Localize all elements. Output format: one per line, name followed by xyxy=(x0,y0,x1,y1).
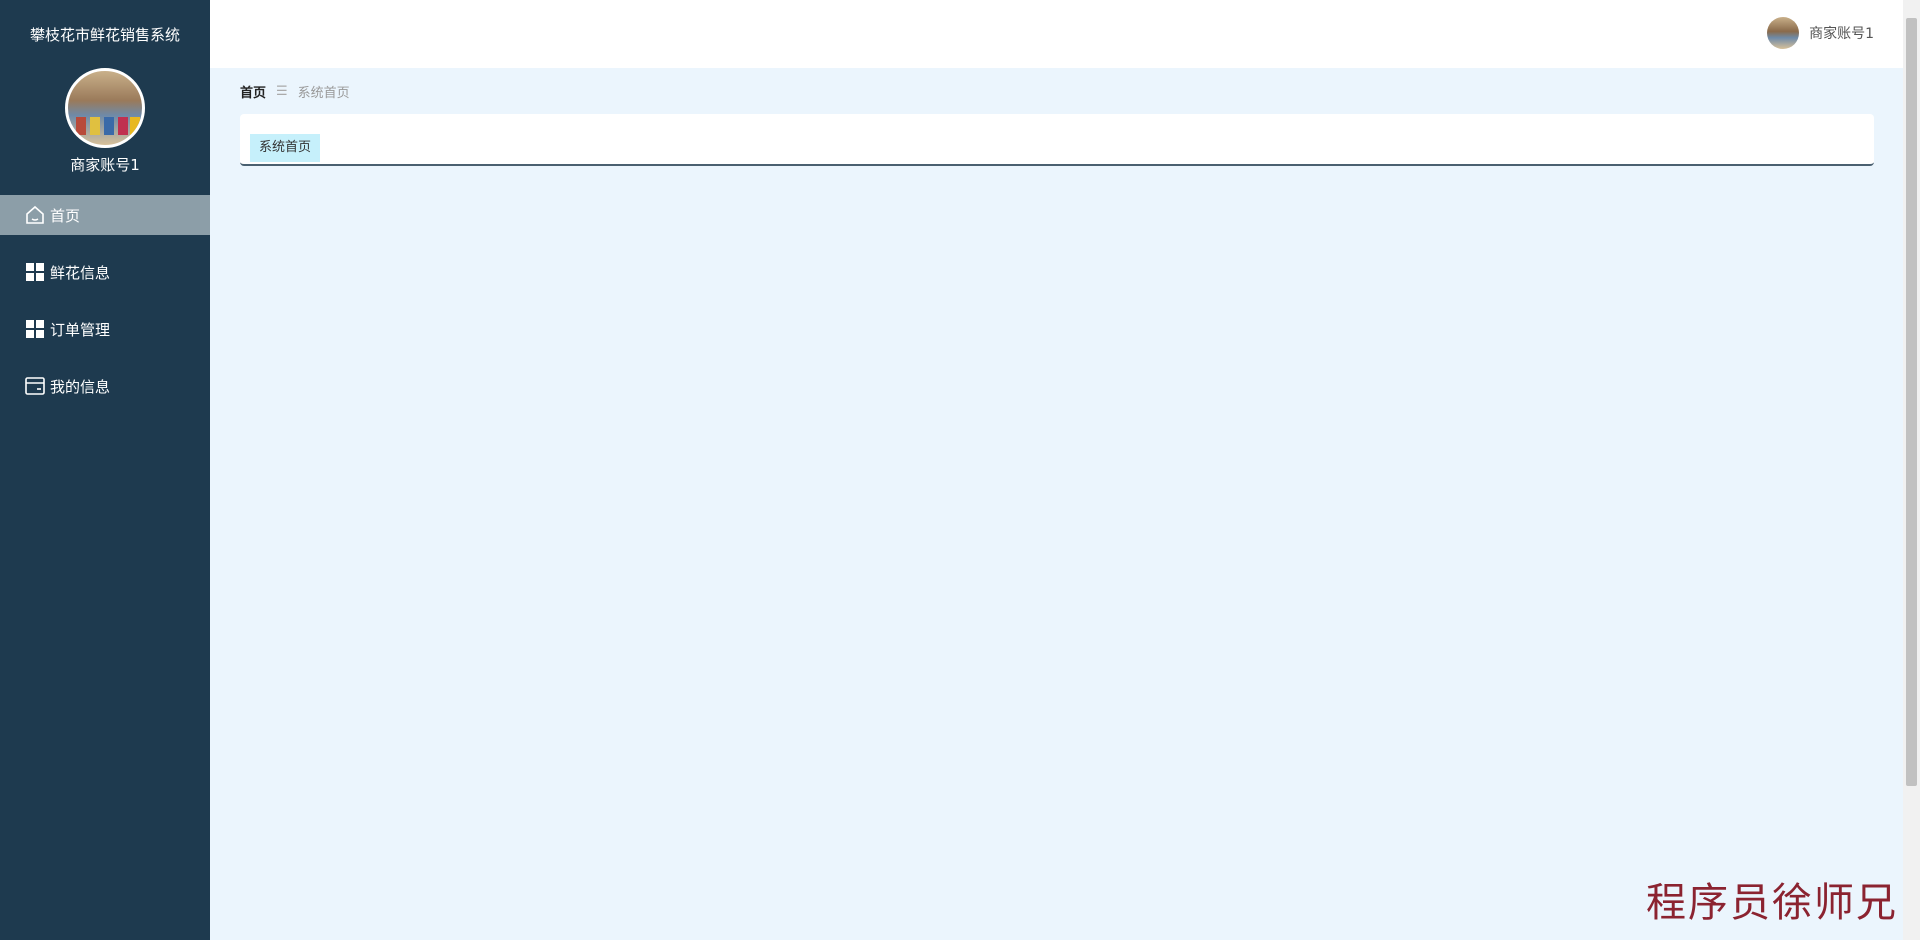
sidebar-item-label: 首页 xyxy=(50,206,81,225)
breadcrumb-current: 系统首页 xyxy=(297,86,350,101)
scrollbar[interactable] xyxy=(1903,0,1920,940)
breadcrumb-separator-icon: ☰ xyxy=(276,84,288,99)
sidebar-user-name: 商家账号1 xyxy=(70,156,140,174)
tab-bar: 系统首页 xyxy=(240,114,1874,166)
card-icon xyxy=(24,375,46,397)
sidebar-item-my-info[interactable]: 我的信息 xyxy=(0,366,210,406)
sidebar-item-label: 订单管理 xyxy=(50,320,111,339)
avatar[interactable] xyxy=(65,68,145,148)
breadcrumb-home[interactable]: 首页 xyxy=(240,82,266,101)
sidebar-item-home[interactable]: 首页 xyxy=(0,195,210,235)
sidebar: 攀枝花市鲜花销售系统 商家账号1 首页 鲜花信息 订单管理 我的信息 xyxy=(0,0,210,940)
home-icon xyxy=(24,204,46,226)
app-title: 攀枝花市鲜花销售系统 xyxy=(29,25,180,44)
scrollbar-thumb[interactable] xyxy=(1906,18,1917,786)
top-header: 商家账号1 xyxy=(210,0,1920,68)
grid-icon xyxy=(24,261,46,283)
sidebar-menu: 首页 鲜花信息 订单管理 我的信息 xyxy=(0,195,210,406)
grid-icon xyxy=(24,318,46,340)
breadcrumb: 首页 ☰ 系统首页 xyxy=(240,82,350,101)
avatar[interactable] xyxy=(1767,17,1800,49)
sidebar-item-orders[interactable]: 订单管理 xyxy=(0,309,210,349)
tab-system-home[interactable]: 系统首页 xyxy=(250,134,321,162)
watermark: 程序员徐师兄 xyxy=(1646,880,1898,926)
sidebar-item-label: 我的信息 xyxy=(50,377,111,396)
header-user-name[interactable]: 商家账号1 xyxy=(1809,23,1874,43)
sidebar-item-label: 鲜花信息 xyxy=(50,263,111,282)
sidebar-item-flowers[interactable]: 鲜花信息 xyxy=(0,252,210,292)
header-user-menu[interactable]: 商家账号1 xyxy=(1767,17,1874,49)
